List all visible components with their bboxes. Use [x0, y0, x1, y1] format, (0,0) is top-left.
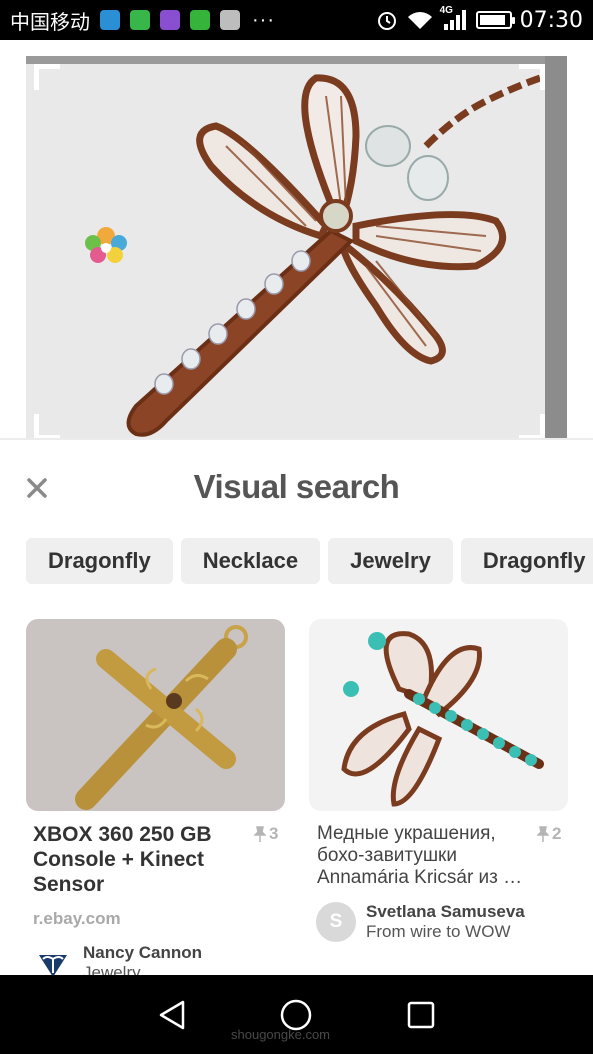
cross-pendant-image[interactable]	[26, 619, 285, 811]
flower-logo-icon	[85, 227, 127, 263]
board-name: From wire to WOW	[366, 922, 511, 941]
divider	[0, 438, 593, 440]
status-bar: 中国移动 ··· 4G 07:30	[0, 0, 593, 40]
result-title[interactable]: Медные украшения, бохо-завитушки Annamár…	[317, 823, 537, 889]
image-top-edge	[26, 56, 567, 64]
page-title: Visual search	[193, 468, 400, 505]
pin-icon	[254, 826, 266, 842]
pinner-name: Svetlana Samuseva	[366, 902, 525, 921]
pinner-name: Nancy Cannon	[83, 943, 203, 962]
dragonfly-brooch-image[interactable]	[309, 619, 568, 811]
save-count-value: 2	[552, 824, 562, 843]
recents-button[interactable]	[396, 990, 446, 1040]
chip-dragonfly[interactable]: Dragonfly	[26, 538, 173, 584]
pin-icon	[537, 826, 549, 842]
wifi-icon	[407, 12, 432, 29]
result-card[interactable]: XBOX 360 250 GB Console + Kinect Sensor …	[26, 619, 285, 983]
chat-notification-icon	[190, 10, 210, 30]
chip-jewelry[interactable]: Jewelry	[328, 538, 453, 584]
image-right-edge	[545, 56, 567, 440]
font-notification-icon	[220, 10, 240, 30]
save-count: 2	[537, 824, 561, 844]
save-count-value: 3	[269, 824, 279, 843]
crop-corner-bottom-left[interactable]	[34, 414, 60, 440]
network-type-label: 4G	[439, 5, 453, 16]
crop-corner-top-right[interactable]	[519, 64, 545, 90]
alarm-icon	[377, 12, 396, 30]
watermark-text: shougongke.com	[231, 1027, 331, 1042]
result-title[interactable]: XBOX 360 250 GB Console + Kinect Sensor	[33, 822, 233, 897]
more-notifications-icon: ···	[252, 8, 275, 31]
app-notification-icon	[130, 10, 150, 30]
gallery-notification-icon	[160, 10, 180, 30]
chip-dragonfly-2[interactable]: Dragonfly	[460, 538, 593, 584]
tag-chip-row: Dragonfly Necklace Jewelry Dragonfly	[26, 538, 593, 584]
result-card[interactable]: Медные украшения, бохо-завитушки Annamár…	[309, 619, 568, 942]
battery-icon	[475, 11, 515, 29]
crop-corner-bottom-right[interactable]	[519, 414, 545, 440]
watermark: shougongke.com	[225, 975, 365, 1045]
dragonfly-pendant-image[interactable]	[26, 56, 567, 440]
pinner-info[interactable]: S Svetlana Samuseva From wire to WOW	[316, 902, 525, 942]
crop-corner-top-left[interactable]	[34, 64, 60, 90]
app-notification-icon	[100, 10, 120, 30]
recents-square-icon	[407, 1001, 435, 1028]
source-domain[interactable]: r.ebay.com	[33, 909, 121, 929]
back-button[interactable]	[147, 990, 197, 1040]
avatar[interactable]: S	[316, 902, 356, 942]
dragonfly-illustration	[85, 66, 567, 437]
chip-necklace[interactable]: Necklace	[180, 538, 321, 584]
clock: 07:30	[519, 7, 583, 33]
carrier-label: 中国移动	[10, 9, 90, 34]
back-triangle-icon	[159, 1000, 185, 1029]
save-count: 3	[254, 824, 278, 844]
